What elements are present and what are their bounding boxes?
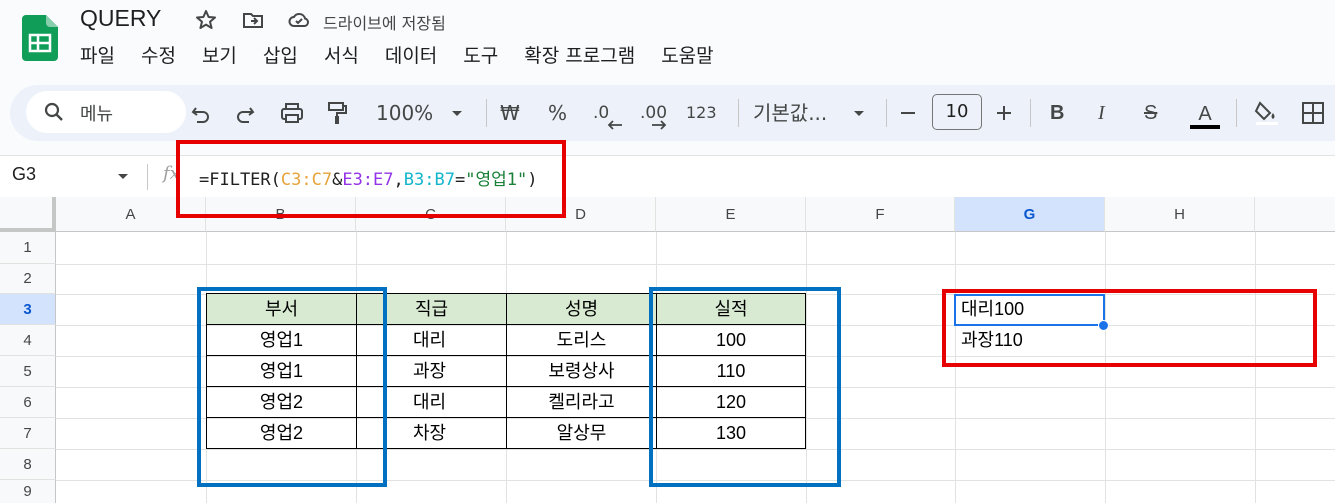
number-format-button[interactable]: 123 [686, 99, 717, 127]
zoom-dropdown-icon[interactable] [450, 99, 464, 127]
row-header-5[interactable]: 5 [0, 356, 56, 387]
sheets-logo-icon[interactable] [22, 15, 58, 61]
document-title[interactable]: QUERY [80, 5, 161, 32]
table-cell[interactable]: 도리스 [507, 325, 657, 356]
table-cell[interactable]: 켈리라고 [507, 387, 657, 418]
menu-insert[interactable]: 삽입 [263, 41, 298, 68]
menu-edit[interactable]: 수정 [141, 41, 176, 68]
font-size-input[interactable]: 10 [932, 94, 982, 130]
select-all-corner[interactable] [0, 197, 56, 232]
currency-format-button[interactable]: ₩ [500, 99, 520, 127]
column-header-g[interactable]: G [955, 197, 1105, 232]
toolbar-divider [486, 99, 487, 127]
table-cell[interactable]: 알상무 [507, 418, 657, 449]
toolbar-divider [738, 99, 739, 127]
toolbar-divider [1030, 99, 1031, 127]
annotation-box-formula [176, 140, 566, 218]
save-status: 드라이브에 저장됨 [323, 14, 446, 33]
toolbar: 메뉴 100% ₩ % .0 .00 123 기본값... 10 B I S A [10, 85, 1335, 141]
menu-view[interactable]: 보기 [202, 41, 237, 68]
arrow-left-icon [607, 120, 622, 130]
increase-font-size-button[interactable] [994, 99, 1014, 127]
star-icon[interactable] [193, 8, 219, 32]
cloud-saved-icon[interactable] [286, 8, 312, 32]
row-header-4[interactable]: 4 [0, 325, 56, 356]
name-box[interactable]: G3 [12, 164, 36, 185]
menu-search[interactable]: 메뉴 [26, 91, 186, 133]
gridline [955, 232, 956, 503]
row-header-7[interactable]: 7 [0, 418, 56, 449]
move-folder-icon[interactable] [240, 8, 266, 32]
decrease-font-size-button[interactable] [898, 99, 918, 127]
menu-format[interactable]: 서식 [324, 41, 359, 68]
borders-icon[interactable] [1300, 99, 1330, 127]
bold-button[interactable]: B [1050, 99, 1064, 127]
title-bar: QUERY 드라이브에 저장됨 파일 수정 보기 삽입 서식 데이터 도구 확장… [0, 0, 1335, 76]
gridline [1255, 232, 1256, 503]
column-header-e[interactable]: E [656, 197, 806, 232]
row-header-8[interactable]: 8 [0, 449, 56, 480]
menu-help[interactable]: 도움말 [661, 41, 713, 68]
undo-icon[interactable] [190, 99, 212, 127]
row-header-3[interactable]: 3 [0, 294, 56, 325]
font-family-select[interactable]: 기본값... [753, 99, 827, 127]
menu-tools[interactable]: 도구 [463, 41, 498, 68]
paint-format-icon[interactable] [326, 99, 348, 127]
chevron-down-icon[interactable] [117, 172, 129, 182]
menu-file[interactable]: 파일 [80, 41, 115, 68]
formula-divider [147, 164, 148, 190]
table-header-cell[interactable]: 성명 [507, 294, 657, 325]
toolbar-divider [1236, 99, 1237, 127]
search-icon [44, 102, 63, 121]
annotation-box-performance-column [649, 287, 841, 487]
row-header-6[interactable]: 6 [0, 387, 56, 418]
annotation-box-dept-column [197, 287, 387, 487]
redo-icon[interactable] [234, 99, 256, 127]
menu-bar: 파일 수정 보기 삽입 서식 데이터 도구 확장 프로그램 도움말 [80, 41, 740, 68]
column-header-i[interactable] [1255, 197, 1335, 232]
annotation-box-result [942, 289, 1317, 367]
column-header-f[interactable]: F [806, 197, 955, 232]
percent-format-button[interactable]: % [548, 99, 567, 127]
table-cell[interactable]: 보령상사 [507, 356, 657, 387]
zoom-select[interactable]: 100% [376, 99, 433, 127]
gridline [1105, 232, 1106, 503]
strikethrough-button[interactable]: S [1144, 99, 1157, 127]
row-header-9[interactable]: 9 [0, 480, 56, 503]
menu-data[interactable]: 데이터 [385, 41, 437, 68]
font-dropdown-icon[interactable] [852, 99, 866, 127]
fill-color-icon[interactable] [1254, 99, 1280, 127]
spreadsheet-app: QUERY 드라이브에 저장됨 파일 수정 보기 삽입 서식 데이터 도구 확장… [0, 0, 1335, 503]
row-header-1[interactable]: 1 [0, 232, 56, 264]
row-header-2[interactable]: 2 [0, 264, 56, 294]
menu-search-label: 메뉴 [80, 104, 114, 125]
text-color-label: A [1198, 103, 1212, 125]
arrow-right-icon [652, 120, 667, 130]
italic-button[interactable]: I [1098, 99, 1105, 127]
menu-extensions[interactable]: 확장 프로그램 [524, 41, 635, 68]
text-color-bar [1190, 125, 1220, 129]
text-color-button[interactable]: A [1190, 99, 1220, 127]
gridline [56, 264, 1335, 265]
toolbar-divider [886, 99, 887, 127]
print-icon[interactable] [280, 99, 304, 127]
column-header-h[interactable]: H [1105, 197, 1255, 232]
